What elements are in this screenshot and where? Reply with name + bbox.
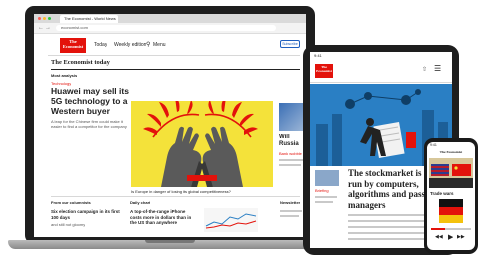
laptop-notch <box>145 240 195 243</box>
tablet-time: 9:41 <box>314 53 322 58</box>
phone-hero-image[interactable] <box>429 158 473 188</box>
lead-headline[interactable]: Huawei may sell its 5G technology to a W… <box>51 86 133 118</box>
window-max-dot[interactable] <box>48 17 51 20</box>
right-image[interactable] <box>279 103 306 131</box>
tablet-side-line <box>315 196 337 198</box>
bottom-mid-label: Daily chart <box>130 200 151 205</box>
tablet-header-divider <box>310 82 452 83</box>
address-url: economist.com <box>61 25 88 30</box>
tablet-share-icon[interactable]: ⇧ <box>422 65 427 75</box>
subscribe-label: Subscribe <box>282 42 298 46</box>
newsletter-line <box>280 210 302 212</box>
bottom-mid-headline[interactable]: A top-of-the-range iPhone costs more in … <box>130 209 198 226</box>
nav-today[interactable]: Today <box>94 42 107 48</box>
daily-chart-thumbnail[interactable] <box>204 208 258 232</box>
bottom-left-headline[interactable]: Six election campaign in its first 100 d… <box>51 209 123 221</box>
back-icon[interactable]: ◀◀ <box>435 234 443 240</box>
tablet-body-line <box>348 220 436 222</box>
lead-image[interactable] <box>131 101 273 187</box>
play-icon[interactable]: ▶ <box>448 233 453 241</box>
tablet-kicker: Briefing <box>315 188 329 193</box>
phone-title: The Economist <box>439 150 463 154</box>
lower-divider <box>51 196 300 197</box>
tablet-logo-text: The Economist <box>316 65 332 73</box>
subscribe-button[interactable]: Subscribe <box>280 40 300 48</box>
phone-headline[interactable]: Trade wars <box>430 191 454 196</box>
tablet-body-line <box>348 232 428 234</box>
newsletter-line <box>280 215 299 217</box>
forward-icon[interactable]: ▶▶ <box>457 234 465 240</box>
right-kicker[interactable]: Bank wobble <box>279 151 306 156</box>
phone-progress-fill <box>431 228 445 230</box>
logo-text: The Economist <box>62 39 84 49</box>
nav-menu[interactable]: Menu <box>153 42 166 48</box>
phone-flag-graphic[interactable] <box>439 199 463 223</box>
section-rule <box>51 69 300 70</box>
section-title: The Economist today <box>51 59 110 66</box>
chart-thumbnail-graphic <box>205 213 257 229</box>
search-icon[interactable]: ⚲ <box>146 41 150 48</box>
bottom-right-label: Newsletter <box>280 200 301 205</box>
tablet-menu-icon[interactable]: ☰ <box>434 64 441 74</box>
economist-logo[interactable]: The Economist <box>60 38 86 53</box>
back-icon[interactable]: ← <box>38 23 44 33</box>
tablet-thumbnail[interactable] <box>315 170 339 186</box>
nav-weekly-edition[interactable]: Weekly edition <box>114 42 146 48</box>
image-caption[interactable]: Is Europe in danger of losing its global… <box>131 189 273 194</box>
laptop-screen: The Economist - World News ← → economist… <box>34 14 306 237</box>
right-text-line <box>279 159 304 161</box>
address-bar[interactable] <box>56 25 276 31</box>
bottom-left-label: From our columnists <box>51 200 91 205</box>
window-min-dot[interactable] <box>43 17 46 20</box>
tablet-logo[interactable]: The Economist <box>315 64 333 78</box>
hands-illustration <box>143 101 258 187</box>
header-divider <box>48 55 300 56</box>
bottom-left-sub: and still not gloomy <box>51 222 86 227</box>
window-close-dot[interactable] <box>38 17 41 20</box>
tablet-side-line <box>315 201 333 203</box>
phone-screen: 9:41 The Economist Trade wars ◀◀ ▶ ▶▶ <box>427 142 475 250</box>
lead-summary: A leap for the Chinese firm could make i… <box>51 119 127 129</box>
flags-illustration <box>429 158 473 188</box>
browser-tab-title: The Economist - World News <box>64 16 116 21</box>
phone-time: 9:41 <box>430 143 437 147</box>
column-label: Most analysis <box>51 73 78 78</box>
forward-icon[interactable]: → <box>45 23 51 33</box>
right-text-line <box>279 164 301 166</box>
right-headline-1[interactable]: Will Russia leave Syria? <box>279 134 306 148</box>
